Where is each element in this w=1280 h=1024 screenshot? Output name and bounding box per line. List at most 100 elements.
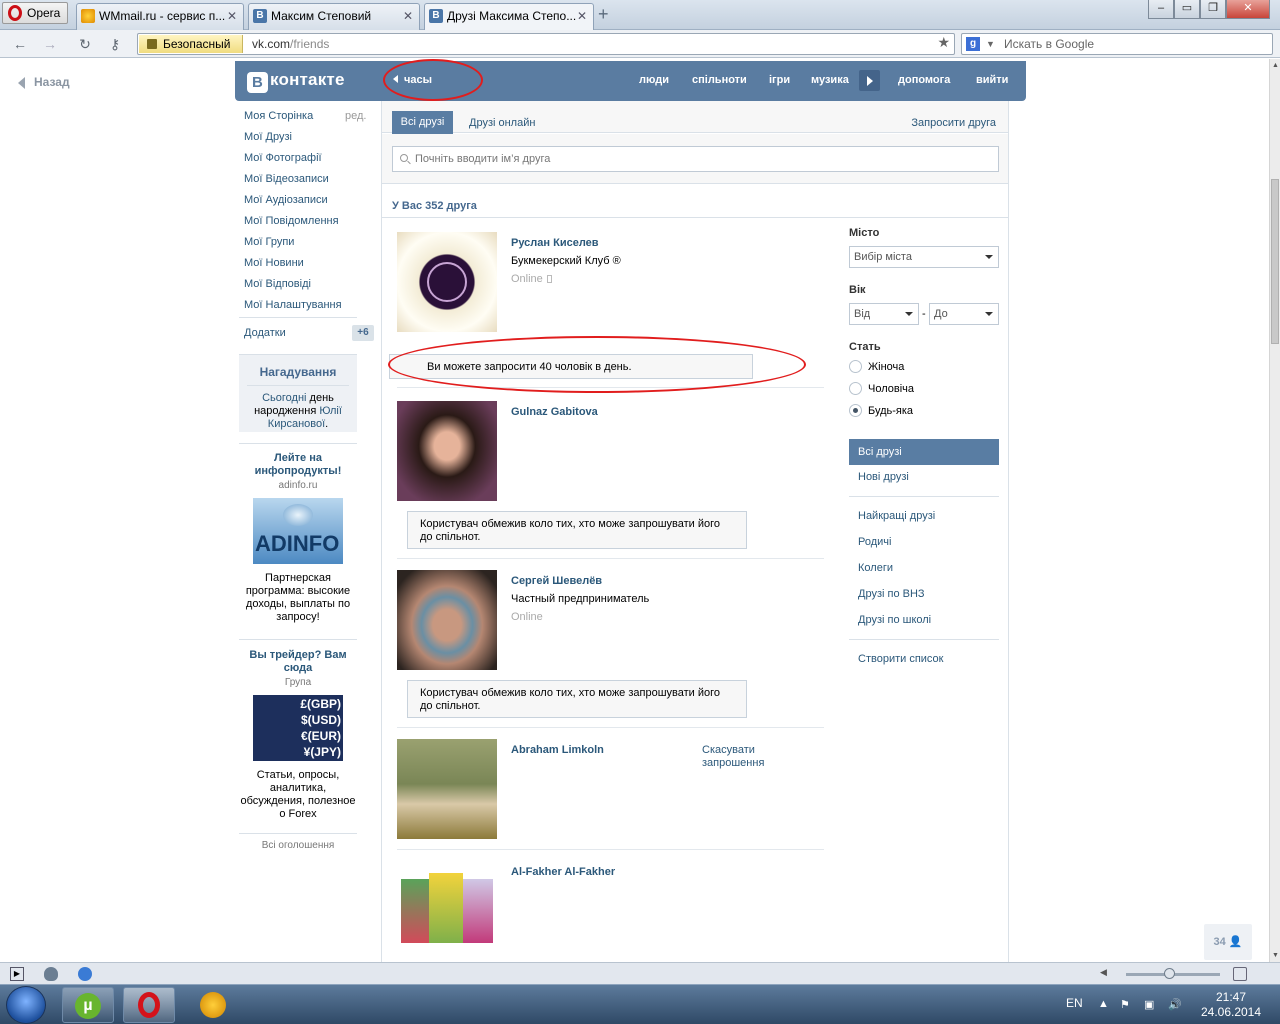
apps-badge[interactable]: +6	[352, 325, 374, 341]
friend-search-input[interactable]: Почніть вводити ім’я друга	[392, 146, 999, 172]
back-link[interactable]: Назад	[18, 75, 70, 89]
zoom-knob[interactable]	[1164, 968, 1175, 979]
menu-my-answers[interactable]: Мої Відповіді	[244, 278, 311, 290]
nav-logout[interactable]: вийти	[976, 74, 1008, 86]
adinfo-banner-image[interactable]: ADINFO	[253, 498, 343, 564]
play-button[interactable]	[859, 70, 880, 91]
friend-name[interactable]: Руслан Киселев	[511, 237, 599, 249]
list-new-friends[interactable]: Нові друзі	[858, 471, 909, 483]
key-icon[interactable]: ⚷	[106, 35, 124, 53]
friend-photo[interactable]	[397, 739, 497, 839]
chevron-down-icon[interactable]: ▼	[986, 34, 995, 54]
tab-profile[interactable]: В Максим Степовий ✕	[248, 3, 420, 30]
flag-icon[interactable]: ⚑	[1120, 998, 1132, 1011]
opera-icon[interactable]	[123, 987, 175, 1023]
vk-logo[interactable]: Вконтакте	[247, 70, 345, 93]
minimize-icon[interactable]: –	[1148, 0, 1174, 19]
restore-icon[interactable]: ❐	[1200, 0, 1226, 19]
address-bar[interactable]: Безопасный vk.com/friends ★	[137, 33, 955, 55]
tab-friends-online[interactable]: Друзі онлайн	[469, 117, 535, 129]
online-friends-counter[interactable]: 34 👤	[1204, 924, 1252, 960]
close-tab-icon[interactable]: ✕	[577, 4, 587, 28]
nav-music[interactable]: музика	[811, 74, 849, 86]
nav-people[interactable]: люди	[639, 74, 669, 86]
menu-my-messages[interactable]: Мої Повідомлення	[244, 215, 339, 227]
menu-my-news[interactable]: Мої Новини	[244, 257, 304, 269]
friend-name[interactable]: Сергей Шевелёв	[511, 575, 602, 587]
list-all-friends[interactable]: Всі друзі	[849, 439, 999, 465]
gender-female-radio[interactable]: Жіноча	[849, 360, 904, 373]
close-tab-icon[interactable]: ✕	[227, 4, 237, 28]
opera-menu-button[interactable]: Opera	[2, 2, 68, 24]
page-scrollbar[interactable]: ▲ ▼	[1269, 59, 1280, 962]
nav-games[interactable]: ігри	[769, 74, 790, 86]
friend-photo[interactable]	[397, 861, 497, 961]
tray-arrow-icon[interactable]: ▲	[1098, 998, 1110, 1010]
network-icon[interactable]: ▣	[1144, 998, 1156, 1011]
forex-currency-image[interactable]: £(GBP) $(USD) €(EUR) ¥(JPY)	[253, 695, 343, 761]
radio-icon[interactable]	[849, 382, 862, 395]
panel-toggle-icon[interactable]: ▶	[10, 967, 24, 981]
ad-adinfo[interactable]: Лейте на инфопродукты! adinfo.ru ADINFO …	[239, 452, 357, 624]
menu-apps[interactable]: Додатки	[244, 327, 286, 339]
list-best-friends[interactable]: Найкращі друзі	[858, 510, 935, 522]
view-icon[interactable]	[1233, 967, 1247, 981]
system-clock[interactable]: 21:47 24.06.2014	[1196, 990, 1266, 1020]
ad-forex[interactable]: Вы трейдер? Вам сюда Група £(GBP) $(USD)…	[239, 649, 357, 821]
gender-male-radio[interactable]: Чоловіча	[849, 382, 914, 395]
speed-dial-icon[interactable]	[78, 967, 92, 981]
menu-my-settings[interactable]: Мої Налаштування	[244, 299, 342, 311]
start-button-icon[interactable]	[6, 986, 46, 1024]
nav-help[interactable]: допомога	[898, 74, 950, 86]
list-university-friends[interactable]: Друзі по ВНЗ	[858, 588, 925, 600]
friend-name[interactable]: Al-Fakher Al-Fakher	[511, 866, 615, 878]
list-school-friends[interactable]: Друзі по школі	[858, 614, 931, 626]
friend-name[interactable]: Abraham Limkoln	[511, 744, 604, 756]
menu-my-videos[interactable]: Мої Відеозаписи	[244, 173, 329, 185]
menu-my-photos[interactable]: Мої Фотографії	[244, 152, 322, 164]
list-relatives[interactable]: Родичі	[858, 536, 891, 548]
tab-friends[interactable]: В Друзі Максима Степо... ✕	[424, 3, 594, 31]
google-search-input[interactable]: g ▼ Искать в Google	[961, 33, 1273, 55]
close-window-icon[interactable]: ✕	[1226, 0, 1270, 19]
friend-name[interactable]: Gulnaz Gabitova	[511, 406, 598, 418]
edit-link[interactable]: ред.	[345, 110, 366, 122]
new-tab-plus-icon[interactable]: +	[598, 5, 609, 23]
bookmark-star-icon[interactable]: ★	[937, 34, 950, 51]
tab-all-friends[interactable]: Всі друзі	[392, 111, 453, 134]
menu-my-groups[interactable]: Мої Групи	[244, 236, 294, 248]
close-tab-icon[interactable]: ✕	[403, 4, 413, 28]
age-from-select[interactable]: Від	[849, 303, 919, 325]
gender-any-radio[interactable]: Будь-яка	[849, 404, 913, 417]
utorrent-icon[interactable]: µ	[62, 987, 114, 1023]
cancel-request-link[interactable]: Скасувати запрошення	[702, 744, 772, 770]
aimp-icon[interactable]	[186, 987, 238, 1023]
cloud-icon[interactable]	[44, 967, 58, 981]
reload-icon[interactable]: ↻	[76, 35, 94, 53]
city-select[interactable]: Вибір міста	[849, 246, 999, 268]
back-arrow-icon[interactable]: ←	[11, 35, 29, 53]
volume-icon[interactable]: 🔊	[1168, 998, 1182, 1011]
menu-my-audio[interactable]: Мої Аудіозаписи	[244, 194, 328, 206]
invite-friend-link[interactable]: Запросити друга	[911, 117, 996, 129]
tile-icon[interactable]: ▭	[1174, 0, 1200, 19]
radio-checked-icon[interactable]	[849, 404, 862, 417]
language-indicator[interactable]: EN	[1066, 996, 1083, 1010]
url-text[interactable]: vk.com/friends	[252, 36, 329, 52]
friend-photo[interactable]	[397, 401, 497, 501]
friend-photo[interactable]	[397, 232, 497, 332]
nav-communities[interactable]: спільноти	[692, 74, 747, 86]
create-list-link[interactable]: Створити список	[858, 653, 943, 665]
age-to-select[interactable]: До	[929, 303, 999, 325]
all-ads-link[interactable]: Всі оголошення	[239, 840, 357, 851]
zoom-arrow-icon[interactable]: ◀	[1100, 967, 1114, 981]
security-badge[interactable]: Безопасный	[139, 35, 243, 53]
friend-photo[interactable]	[397, 570, 497, 670]
menu-my-page[interactable]: Моя Сторінка	[244, 110, 313, 122]
scroll-up-icon[interactable]: ▲	[1272, 62, 1279, 69]
tab-wmmail[interactable]: WMmail.ru - сервис п... ✕	[76, 3, 244, 30]
scrollbar-thumb[interactable]	[1271, 179, 1279, 344]
forward-arrow-icon[interactable]: →	[41, 35, 59, 53]
list-colleagues[interactable]: Колеги	[858, 562, 893, 574]
zoom-slider[interactable]	[1126, 968, 1220, 979]
